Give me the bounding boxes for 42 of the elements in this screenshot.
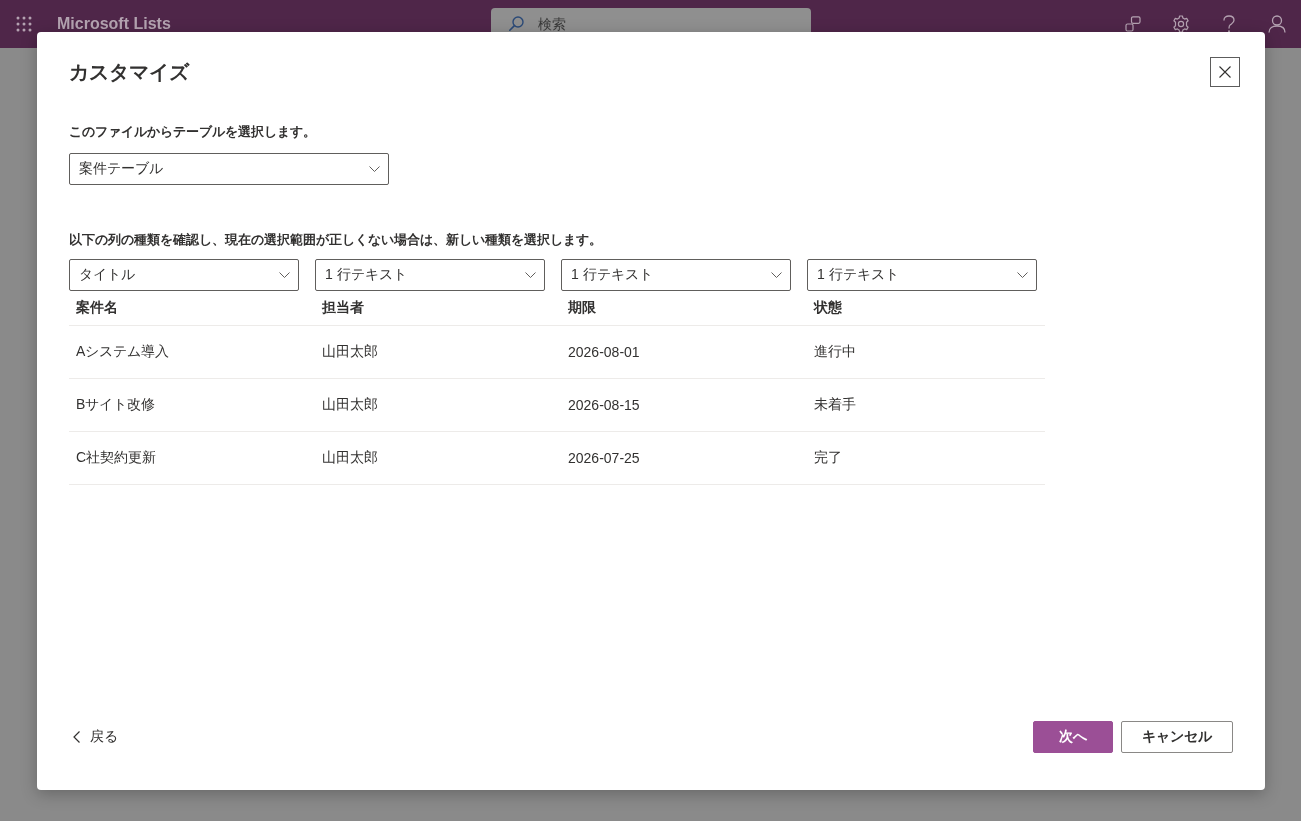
search-icon — [509, 16, 524, 31]
chevron-left-icon — [73, 731, 80, 743]
table-cell: 山田太郎 — [322, 449, 378, 467]
column-type-instruction: 以下の列の種類を確認し、現在の選択範囲が正しくない場合は、新しい種類を選択します。 — [69, 231, 602, 249]
column-type-dropdown[interactable]: タイトル — [69, 259, 299, 291]
settings-icon[interactable] — [1172, 15, 1190, 33]
column-header: 期限 — [568, 299, 596, 317]
column-header: 案件名 — [76, 299, 118, 317]
next-button[interactable]: 次へ — [1033, 721, 1113, 753]
column-type-dropdown[interactable]: 1 行テキスト — [315, 259, 545, 291]
table-cell: Aシステム導入 — [76, 343, 170, 361]
column-header: 担当者 — [322, 299, 364, 317]
table-cell: 2026-07-25 — [568, 450, 640, 466]
app-launcher-icon[interactable] — [16, 16, 32, 32]
chevron-down-icon — [1017, 272, 1028, 278]
table-cell: C社契約更新 — [76, 449, 157, 467]
chevron-down-icon — [771, 272, 782, 278]
chevron-down-icon — [525, 272, 536, 278]
column-type-dropdown[interactable]: 1 行テキスト — [807, 259, 1037, 291]
squares-icon[interactable] — [1125, 16, 1141, 32]
close-icon — [1219, 66, 1231, 78]
help-icon[interactable] — [1223, 15, 1235, 33]
table-dropdown[interactable]: 案件テーブル — [69, 153, 389, 185]
column-type-dropdown[interactable]: 1 行テキスト — [561, 259, 791, 291]
table-cell: 2026-08-01 — [568, 344, 640, 360]
table-cell: 山田太郎 — [322, 343, 378, 361]
app-name: Microsoft Lists — [57, 15, 171, 33]
back-link[interactable]: 戻る — [73, 728, 118, 746]
person-icon[interactable] — [1268, 15, 1286, 33]
column-header: 状態 — [814, 299, 842, 317]
table-cell: 2026-08-15 — [568, 397, 640, 413]
table-cell: 進行中 — [814, 343, 856, 361]
table-cell: 山田太郎 — [322, 396, 378, 414]
chevron-down-icon — [369, 166, 380, 172]
table-cell: 未着手 — [814, 396, 856, 414]
chevron-down-icon — [279, 272, 290, 278]
table-cell: Bサイト改修 — [76, 396, 156, 414]
close-button[interactable] — [1210, 57, 1240, 87]
dialog-title: カスタマイズ — [69, 60, 189, 85]
table-cell: 完了 — [814, 449, 842, 467]
table-select-label: このファイルからテーブルを選択します。 — [69, 123, 316, 141]
cancel-button[interactable]: キャンセル — [1121, 721, 1233, 753]
